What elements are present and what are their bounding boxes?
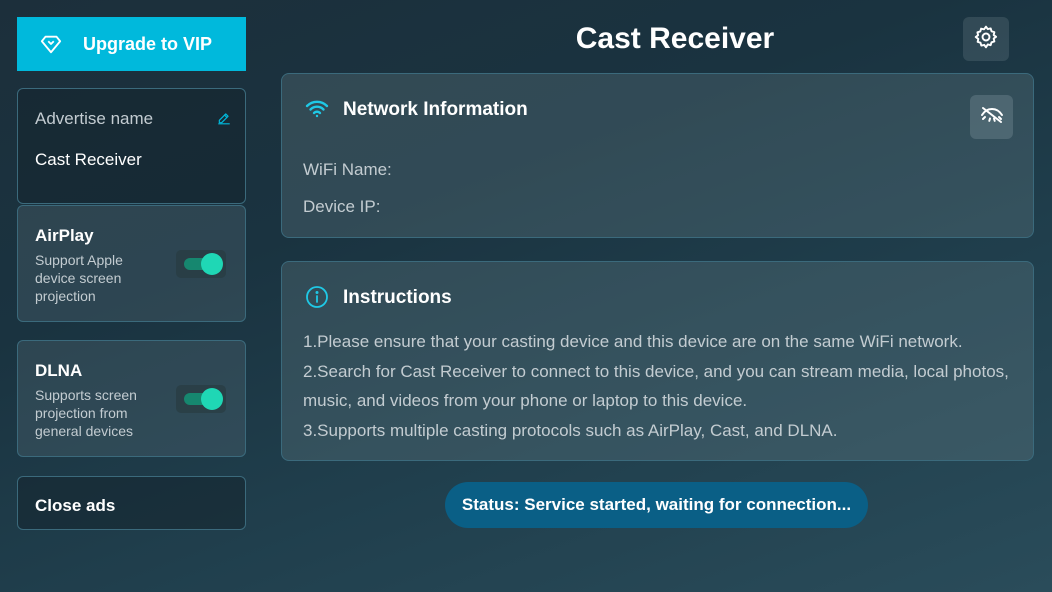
dlna-card: DLNA Supports screen projection from gen… — [17, 340, 246, 457]
close-ads-button[interactable]: Close ads — [17, 476, 246, 530]
dlna-description: Supports screen projection from general … — [35, 387, 137, 439]
advertise-name-title: Advertise name — [35, 109, 154, 128]
advertise-name-card[interactable]: Advertise name Cast Receiver — [17, 88, 246, 204]
instructions-title: Instructions — [343, 287, 452, 308]
dlna-toggle-knob — [201, 388, 223, 410]
network-information-title: Network Information — [343, 99, 528, 120]
instruction-line: 3.Supports multiple casting protocols su… — [303, 420, 838, 440]
page-title: Cast Receiver — [575, 22, 775, 55]
airplay-card: AirPlay Support Apple device screen proj… — [17, 205, 246, 322]
status-pill: Status: Service started, waiting for con… — [445, 482, 868, 528]
device-ip-label: Device IP: — [303, 197, 381, 216]
toggle-visibility-button[interactable] — [970, 95, 1013, 139]
info-icon — [304, 284, 330, 310]
airplay-description: Support Apple device screen projection — [35, 252, 123, 304]
instruction-line: 1.Please ensure that your casting device… — [303, 332, 963, 351]
upgrade-vip-label: Upgrade to VIP — [83, 33, 213, 54]
eye-off-icon — [980, 105, 1004, 130]
airplay-title: AirPlay — [35, 226, 94, 245]
instructions-list: 1.Please ensure that your casting device… — [303, 327, 1013, 445]
dlna-toggle[interactable] — [176, 385, 226, 413]
advertise-name-value: Cast Receiver — [35, 150, 142, 169]
instructions-panel: Instructions 1.Please ensure that your c… — [281, 261, 1034, 461]
airplay-toggle-knob — [201, 253, 223, 275]
close-ads-label: Close ads — [35, 496, 116, 515]
wifi-icon — [304, 96, 330, 122]
gear-icon — [973, 24, 999, 55]
network-information-panel: Network Information WiFi Name: Device IP… — [281, 73, 1034, 238]
airplay-toggle[interactable] — [176, 250, 226, 278]
dlna-title: DLNA — [35, 361, 83, 380]
wifi-name-label: WiFi Name: — [303, 160, 392, 179]
upgrade-vip-button[interactable]: Upgrade to VIP — [17, 17, 246, 71]
instruction-line: 2.Search for Cast Receiver to connect to… — [303, 361, 1009, 411]
pencil-icon[interactable] — [217, 111, 231, 125]
status-text: Status: Service started, waiting for con… — [461, 495, 852, 514]
diamond-icon — [39, 32, 63, 56]
settings-button[interactable] — [963, 17, 1009, 61]
